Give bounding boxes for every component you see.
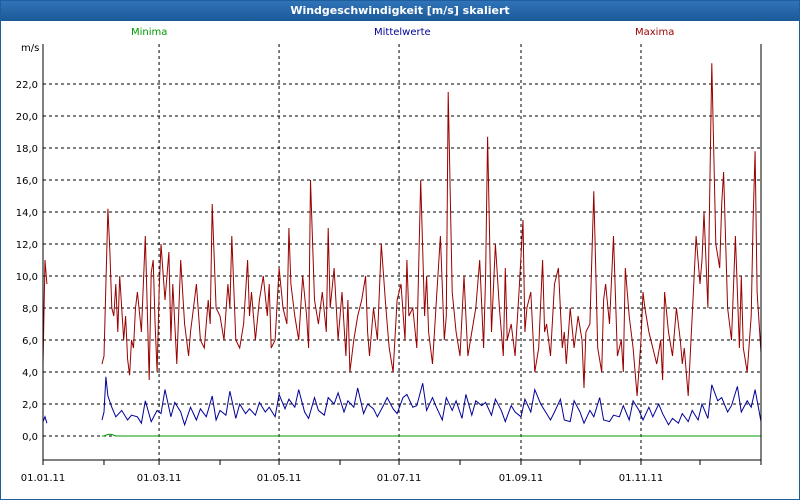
minima-line bbox=[102, 433, 761, 437]
x-tick-label: 01.09.11 bbox=[499, 473, 544, 484]
y-tick-label: 20,0 bbox=[16, 112, 38, 123]
y-tick-label: 6,0 bbox=[22, 336, 38, 347]
x-tick-label: 01.05.11 bbox=[257, 473, 302, 484]
x-tick-label: 01.01.11 bbox=[21, 473, 66, 484]
chart-window: Windgeschwindigkeit [m/s] skaliert Minim… bbox=[0, 0, 800, 500]
mean-line bbox=[101, 376, 762, 427]
y-tick-label: 10,0 bbox=[16, 272, 38, 283]
maxima-line bbox=[101, 63, 762, 397]
mean-line bbox=[42, 415, 48, 424]
y-tick-label: 8,0 bbox=[22, 304, 38, 315]
y-tick-label: 16,0 bbox=[16, 176, 38, 187]
axes: 0,0 2,0 4,0 6,0 8,0 10,0 12,0 14,0 16,0 18,0 20,0 2… bbox=[16, 44, 762, 484]
y-tick-label: 2,0 bbox=[22, 400, 38, 411]
y-tick-label: 22,0 bbox=[16, 80, 38, 91]
x-tick-label: 01.03.11 bbox=[137, 473, 182, 484]
y-tick-label: 18,0 bbox=[16, 144, 38, 155]
x-tick-label: 01.11.11 bbox=[619, 473, 664, 484]
series-lines bbox=[42, 63, 762, 437]
y-axis-label: m/s bbox=[21, 43, 39, 54]
grid-lines bbox=[43, 44, 761, 460]
y-tick-label: 4,0 bbox=[22, 368, 38, 379]
y-tick-label: 12,0 bbox=[16, 240, 38, 251]
line-chart: 0,0 2,0 4,0 6,0 8,0 10,0 12,0 14,0 16,0 18,0 20,0 2… bbox=[16, 43, 762, 484]
y-tick-label: 14,0 bbox=[16, 208, 38, 219]
y-tick-label: 0,0 bbox=[22, 432, 38, 443]
x-tick-label: 01.07.11 bbox=[377, 473, 422, 484]
